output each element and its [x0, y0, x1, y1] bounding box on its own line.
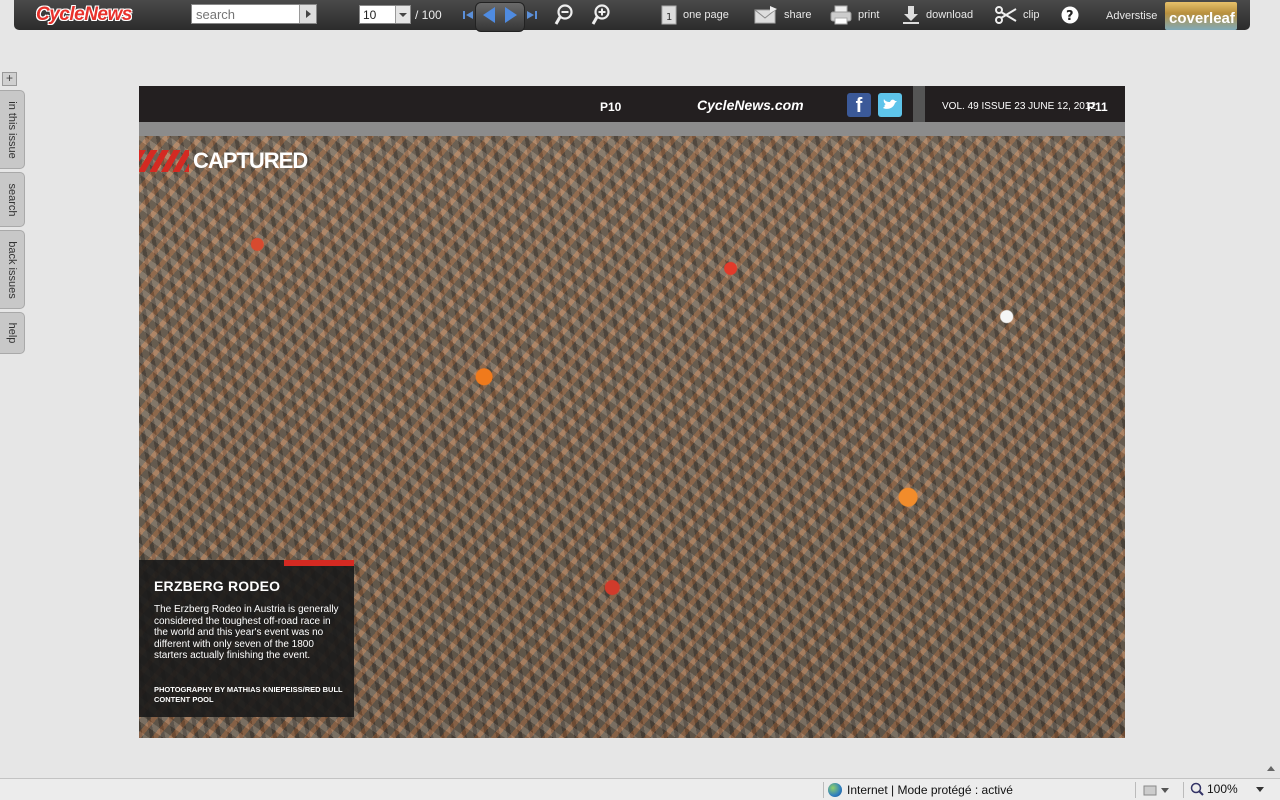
section-title: CAPTURED — [193, 148, 308, 173]
last-page-button[interactable] — [525, 2, 539, 28]
right-page-number: P11 — [1087, 100, 1108, 114]
globe-icon — [828, 783, 842, 797]
zoom-dropdown-icon[interactable] — [1255, 785, 1265, 793]
tab-in-this-issue-label: in this issue — [6, 100, 18, 159]
zoom-out-icon — [554, 4, 573, 25]
help-icon: ? — [1061, 6, 1079, 24]
zoom-level: 100% — [1207, 782, 1238, 796]
tab-help[interactable]: help — [0, 312, 25, 354]
share-envelope-icon — [754, 6, 777, 24]
zoom-magnifier-icon — [1190, 782, 1204, 796]
zoom-control[interactable]: 100% — [1190, 782, 1265, 796]
svg-text:1: 1 — [666, 12, 672, 23]
zoom-in-button[interactable] — [591, 4, 611, 26]
help-button[interactable]: ? — [1061, 4, 1079, 26]
browser-status-bar: Internet | Mode protégé : activé 100% — [0, 778, 1280, 800]
next-page-icon — [505, 7, 517, 23]
download-button[interactable]: download — [902, 4, 973, 26]
dropdown-arrow-icon[interactable] — [395, 6, 410, 23]
print-label: print — [858, 9, 880, 21]
tab-help-label: help — [6, 322, 18, 344]
magazine-spread[interactable]: P10 CycleNews.com f VOL. 49 ISSUE 23 JUN… — [139, 86, 1125, 738]
one-page-button[interactable]: 1 one page — [661, 4, 729, 26]
previous-page-icon — [483, 7, 495, 23]
page-number-select[interactable]: 10 — [359, 5, 411, 24]
one-page-label: one page — [683, 9, 729, 21]
twitter-icon[interactable] — [878, 93, 902, 117]
arrow-right-icon — [305, 10, 311, 18]
expand-panel-button[interactable]: + — [2, 72, 17, 86]
tab-search[interactable]: search — [0, 172, 25, 227]
next-page-button[interactable] — [501, 2, 521, 28]
search-box — [191, 4, 317, 24]
search-go-button[interactable] — [299, 5, 316, 23]
previous-page-button[interactable] — [479, 2, 499, 28]
share-label: share — [784, 9, 812, 21]
tab-back-issues[interactable]: back issues — [0, 230, 25, 309]
security-zone[interactable]: Internet | Mode protégé : activé — [828, 781, 1013, 799]
one-page-icon: 1 — [661, 5, 677, 25]
magazine-header: P10 CycleNews.com f VOL. 49 ISSUE 23 JUN… — [139, 86, 1125, 136]
header-strip — [139, 122, 1125, 136]
svg-text:?: ? — [1066, 9, 1074, 24]
left-page-number: P10 — [600, 100, 622, 114]
advertise-link[interactable]: Adverstise — [1106, 10, 1157, 22]
cyclenews-site-label: CycleNews.com — [697, 97, 804, 113]
protected-mode-icon[interactable] — [1143, 783, 1171, 797]
zoom-out-button[interactable] — [554, 4, 574, 26]
download-icon — [903, 6, 919, 24]
viewer-toolbar: CycleNews 10 / 100 1 one page — [14, 0, 1250, 32]
scissors-icon — [995, 6, 1017, 24]
cyclenews-logo[interactable]: CycleNews — [36, 4, 154, 26]
clip-button[interactable]: clip — [995, 4, 1040, 26]
tab-search-label: search — [6, 182, 18, 217]
share-button[interactable]: share — [754, 4, 812, 26]
caption-title: ERZBERG RODEO — [154, 578, 281, 594]
print-button[interactable]: print — [830, 4, 879, 26]
clip-label: clip — [1023, 9, 1040, 21]
coverleaf-label: coverleaf — [1169, 10, 1235, 27]
scroll-up-arrow-icon[interactable] — [1266, 764, 1276, 774]
coverleaf-logo[interactable]: coverleaf — [1165, 2, 1237, 30]
security-zone-label: Internet | Mode protégé : activé — [847, 783, 1013, 797]
first-page-button[interactable] — [461, 2, 475, 28]
section-banner: CAPTURED — [139, 148, 308, 174]
tab-back-issues-label: back issues — [6, 240, 18, 299]
zoom-in-icon — [591, 4, 610, 25]
photo-credit: PHOTOGRAPHY BY MATHIAS KNIEPEISS/RED BUL… — [154, 685, 343, 704]
page-total: / 100 — [415, 8, 442, 22]
download-label: download — [926, 9, 974, 21]
tab-in-this-issue[interactable]: in this issue — [0, 90, 25, 169]
issue-info: VOL. 49 ISSUE 23 JUNE 12, 2012 — [942, 101, 1096, 112]
page-navigation — [461, 2, 539, 32]
first-page-icon — [463, 11, 473, 19]
last-page-icon — [527, 11, 537, 19]
caption-text: The Erzberg Rodeo in Austria is generall… — [154, 604, 339, 661]
search-input[interactable] — [192, 5, 304, 23]
facebook-icon[interactable]: f — [847, 93, 871, 117]
printer-icon — [830, 5, 852, 25]
page-number-value: 10 — [363, 8, 377, 22]
section-stripes-icon — [139, 150, 189, 172]
caption-box: ERZBERG RODEO The Erzberg Rodeo in Austr… — [139, 560, 354, 717]
